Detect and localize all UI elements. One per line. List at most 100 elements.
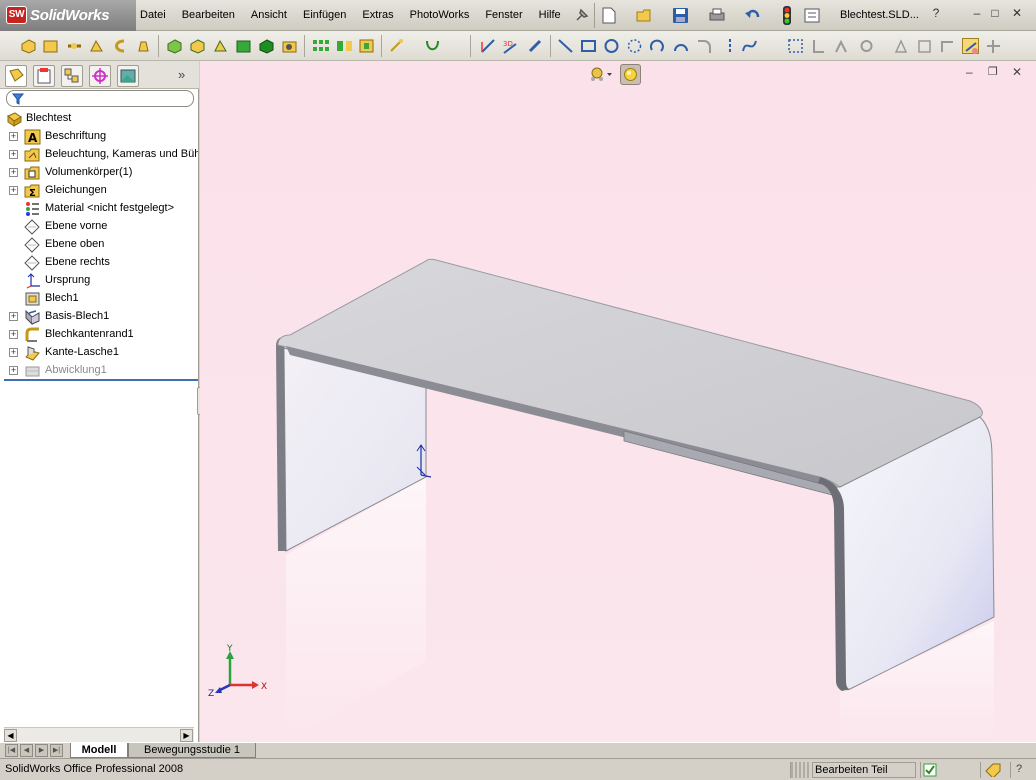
convert-entities-icon[interactable] — [787, 38, 804, 54]
menu-ansicht[interactable]: Ansicht — [251, 9, 287, 25]
graphics-viewport[interactable]: – ❐ ✕ Y X Z — [200, 61, 1036, 742]
expand-toggle-icon[interactable]: + — [9, 348, 18, 357]
tree-filter-input[interactable] — [6, 90, 194, 107]
tab-motion-study[interactable]: Bewegungsstudie 1 — [128, 743, 256, 758]
expand-toggle-icon[interactable]: + — [9, 132, 18, 141]
curves-icon[interactable] — [424, 38, 441, 54]
tangent-arc-icon[interactable] — [673, 38, 690, 54]
3d-sketch-icon[interactable]: 3D — [502, 38, 519, 54]
expand-toggle-icon[interactable]: + — [9, 186, 18, 195]
rectangle-icon[interactable] — [580, 38, 597, 54]
linear-pattern-icon[interactable] — [312, 38, 329, 54]
mirror-entities-icon[interactable] — [858, 38, 875, 54]
centerline-icon[interactable] — [722, 38, 739, 54]
tab-next-icon[interactable]: ▶ — [35, 744, 48, 757]
rib-icon[interactable] — [358, 38, 375, 54]
tree-item[interactable]: Ebene vorne — [0, 218, 198, 236]
help-button[interactable]: ? — [929, 7, 943, 21]
tree-item[interactable]: Ursprung — [0, 272, 198, 290]
menu-hilfe[interactable]: Hilfe — [539, 9, 561, 25]
lofted-boss-icon[interactable] — [88, 38, 105, 54]
pin-icon[interactable] — [573, 7, 591, 24]
menu-extras[interactable]: Extras — [362, 9, 393, 25]
line-icon[interactable] — [557, 38, 574, 54]
status-help-icon[interactable]: ? — [1010, 762, 1032, 778]
tree-root-part[interactable]: Blechtest — [0, 110, 198, 128]
expand-panel-icon[interactable]: » — [178, 67, 185, 82]
new-document-icon[interactable] — [600, 7, 618, 24]
tree-item[interactable]: + Σ Gleichungen — [0, 182, 198, 200]
offset-icon[interactable] — [833, 38, 850, 54]
expand-toggle-icon[interactable]: + — [9, 168, 18, 177]
rapid-sketch-icon[interactable] — [985, 38, 1002, 54]
tree-item[interactable]: + Abwicklung1 — [0, 362, 198, 380]
tree-item[interactable]: Ebene oben — [0, 236, 198, 254]
sketch-icon[interactable] — [480, 38, 497, 54]
tree-item[interactable]: Blech1 — [0, 290, 198, 308]
extruded-cut-icon[interactable] — [166, 38, 183, 54]
undo-icon[interactable] — [744, 7, 762, 24]
feature-manager-tab[interactable] — [5, 65, 27, 87]
extruded-boss-icon[interactable] — [20, 38, 37, 54]
close-button[interactable]: ✕ — [1010, 7, 1024, 21]
scroll-right-icon[interactable]: ▶ — [180, 729, 193, 742]
dimxpert-manager-tab[interactable] — [89, 65, 111, 87]
circle-icon[interactable] — [603, 38, 620, 54]
sheet-metal-model[interactable] — [200, 61, 1036, 742]
expand-toggle-icon[interactable]: + — [9, 150, 18, 159]
rebuild-traffic-light-icon[interactable] — [781, 6, 793, 25]
tree-item[interactable]: + Basis-Blech1 — [0, 308, 198, 326]
trim-icon[interactable] — [810, 38, 827, 54]
app-logo[interactable]: SW SolidWorks — [0, 0, 136, 31]
rollback-bar[interactable] — [4, 379, 198, 381]
mirror-icon[interactable] — [336, 38, 353, 54]
save-icon[interactable] — [672, 7, 690, 24]
lofted-cut-icon[interactable] — [235, 38, 252, 54]
horizontal-scrollbar[interactable]: ◀ ▶ — [4, 727, 194, 742]
scroll-left-icon[interactable]: ◀ — [4, 729, 17, 742]
reference-geometry-icon[interactable] — [388, 38, 405, 54]
smart-dimension-icon[interactable] — [527, 38, 544, 54]
tree-item[interactable]: + Beleuchtung, Kameras und Bühne — [0, 146, 198, 164]
spline-icon[interactable] — [741, 38, 758, 54]
move-entities-icon[interactable] — [916, 38, 933, 54]
linear-sketch-pattern-icon[interactable] — [893, 38, 910, 54]
menu-photoworks[interactable]: PhotoWorks — [410, 9, 470, 25]
display-relations-icon[interactable] — [939, 38, 956, 54]
configuration-manager-tab[interactable] — [61, 65, 83, 87]
expand-toggle-icon[interactable]: + — [9, 366, 18, 375]
hole-wizard-icon[interactable] — [281, 38, 298, 54]
print-icon[interactable] — [708, 7, 726, 24]
open-folder-icon[interactable] — [636, 7, 654, 24]
restore-button[interactable]: □ — [988, 7, 1002, 21]
bell-feature-icon[interactable] — [135, 38, 152, 54]
options-icon[interactable] — [803, 7, 821, 24]
minimize-button[interactable]: – — [970, 7, 984, 21]
swept-cut-icon[interactable] — [212, 38, 229, 54]
tree-item[interactable]: + Blechkantenrand1 — [0, 326, 198, 344]
expand-toggle-icon[interactable]: + — [9, 330, 18, 339]
swept-boss-icon[interactable] — [66, 38, 83, 54]
tree-item[interactable]: + Volumenkörper(1) — [0, 164, 198, 182]
tree-item[interactable]: + A Beschriftung — [0, 128, 198, 146]
perimeter-circle-icon[interactable] — [626, 38, 643, 54]
instant-3d-icon[interactable] — [962, 38, 979, 54]
boundary-cut-icon[interactable] — [258, 38, 275, 54]
tab-model[interactable]: Modell — [70, 743, 128, 758]
status-tag-icon[interactable] — [980, 762, 1004, 779]
property-manager-tab[interactable] — [33, 65, 55, 87]
status-rebuild-icon[interactable] — [920, 762, 937, 778]
arc-icon[interactable] — [649, 38, 666, 54]
tree-item[interactable]: + Kante-Lasche1 — [0, 344, 198, 362]
menu-fenster[interactable]: Fenster — [485, 9, 522, 25]
menu-einfuegen[interactable]: Einfügen — [303, 9, 346, 25]
menu-bearbeiten[interactable]: Bearbeiten — [182, 9, 235, 25]
tab-last-icon[interactable]: ▶| — [50, 744, 63, 757]
menu-datei[interactable]: Datei — [140, 9, 166, 25]
tab-prev-icon[interactable]: ◀ — [20, 744, 33, 757]
boundary-boss-icon[interactable] — [112, 38, 129, 54]
tab-first-icon[interactable]: |◀ — [5, 744, 18, 757]
tree-item[interactable]: Material <nicht festgelegt> — [0, 200, 198, 218]
display-manager-tab[interactable] — [117, 65, 139, 87]
expand-toggle-icon[interactable]: + — [9, 312, 18, 321]
